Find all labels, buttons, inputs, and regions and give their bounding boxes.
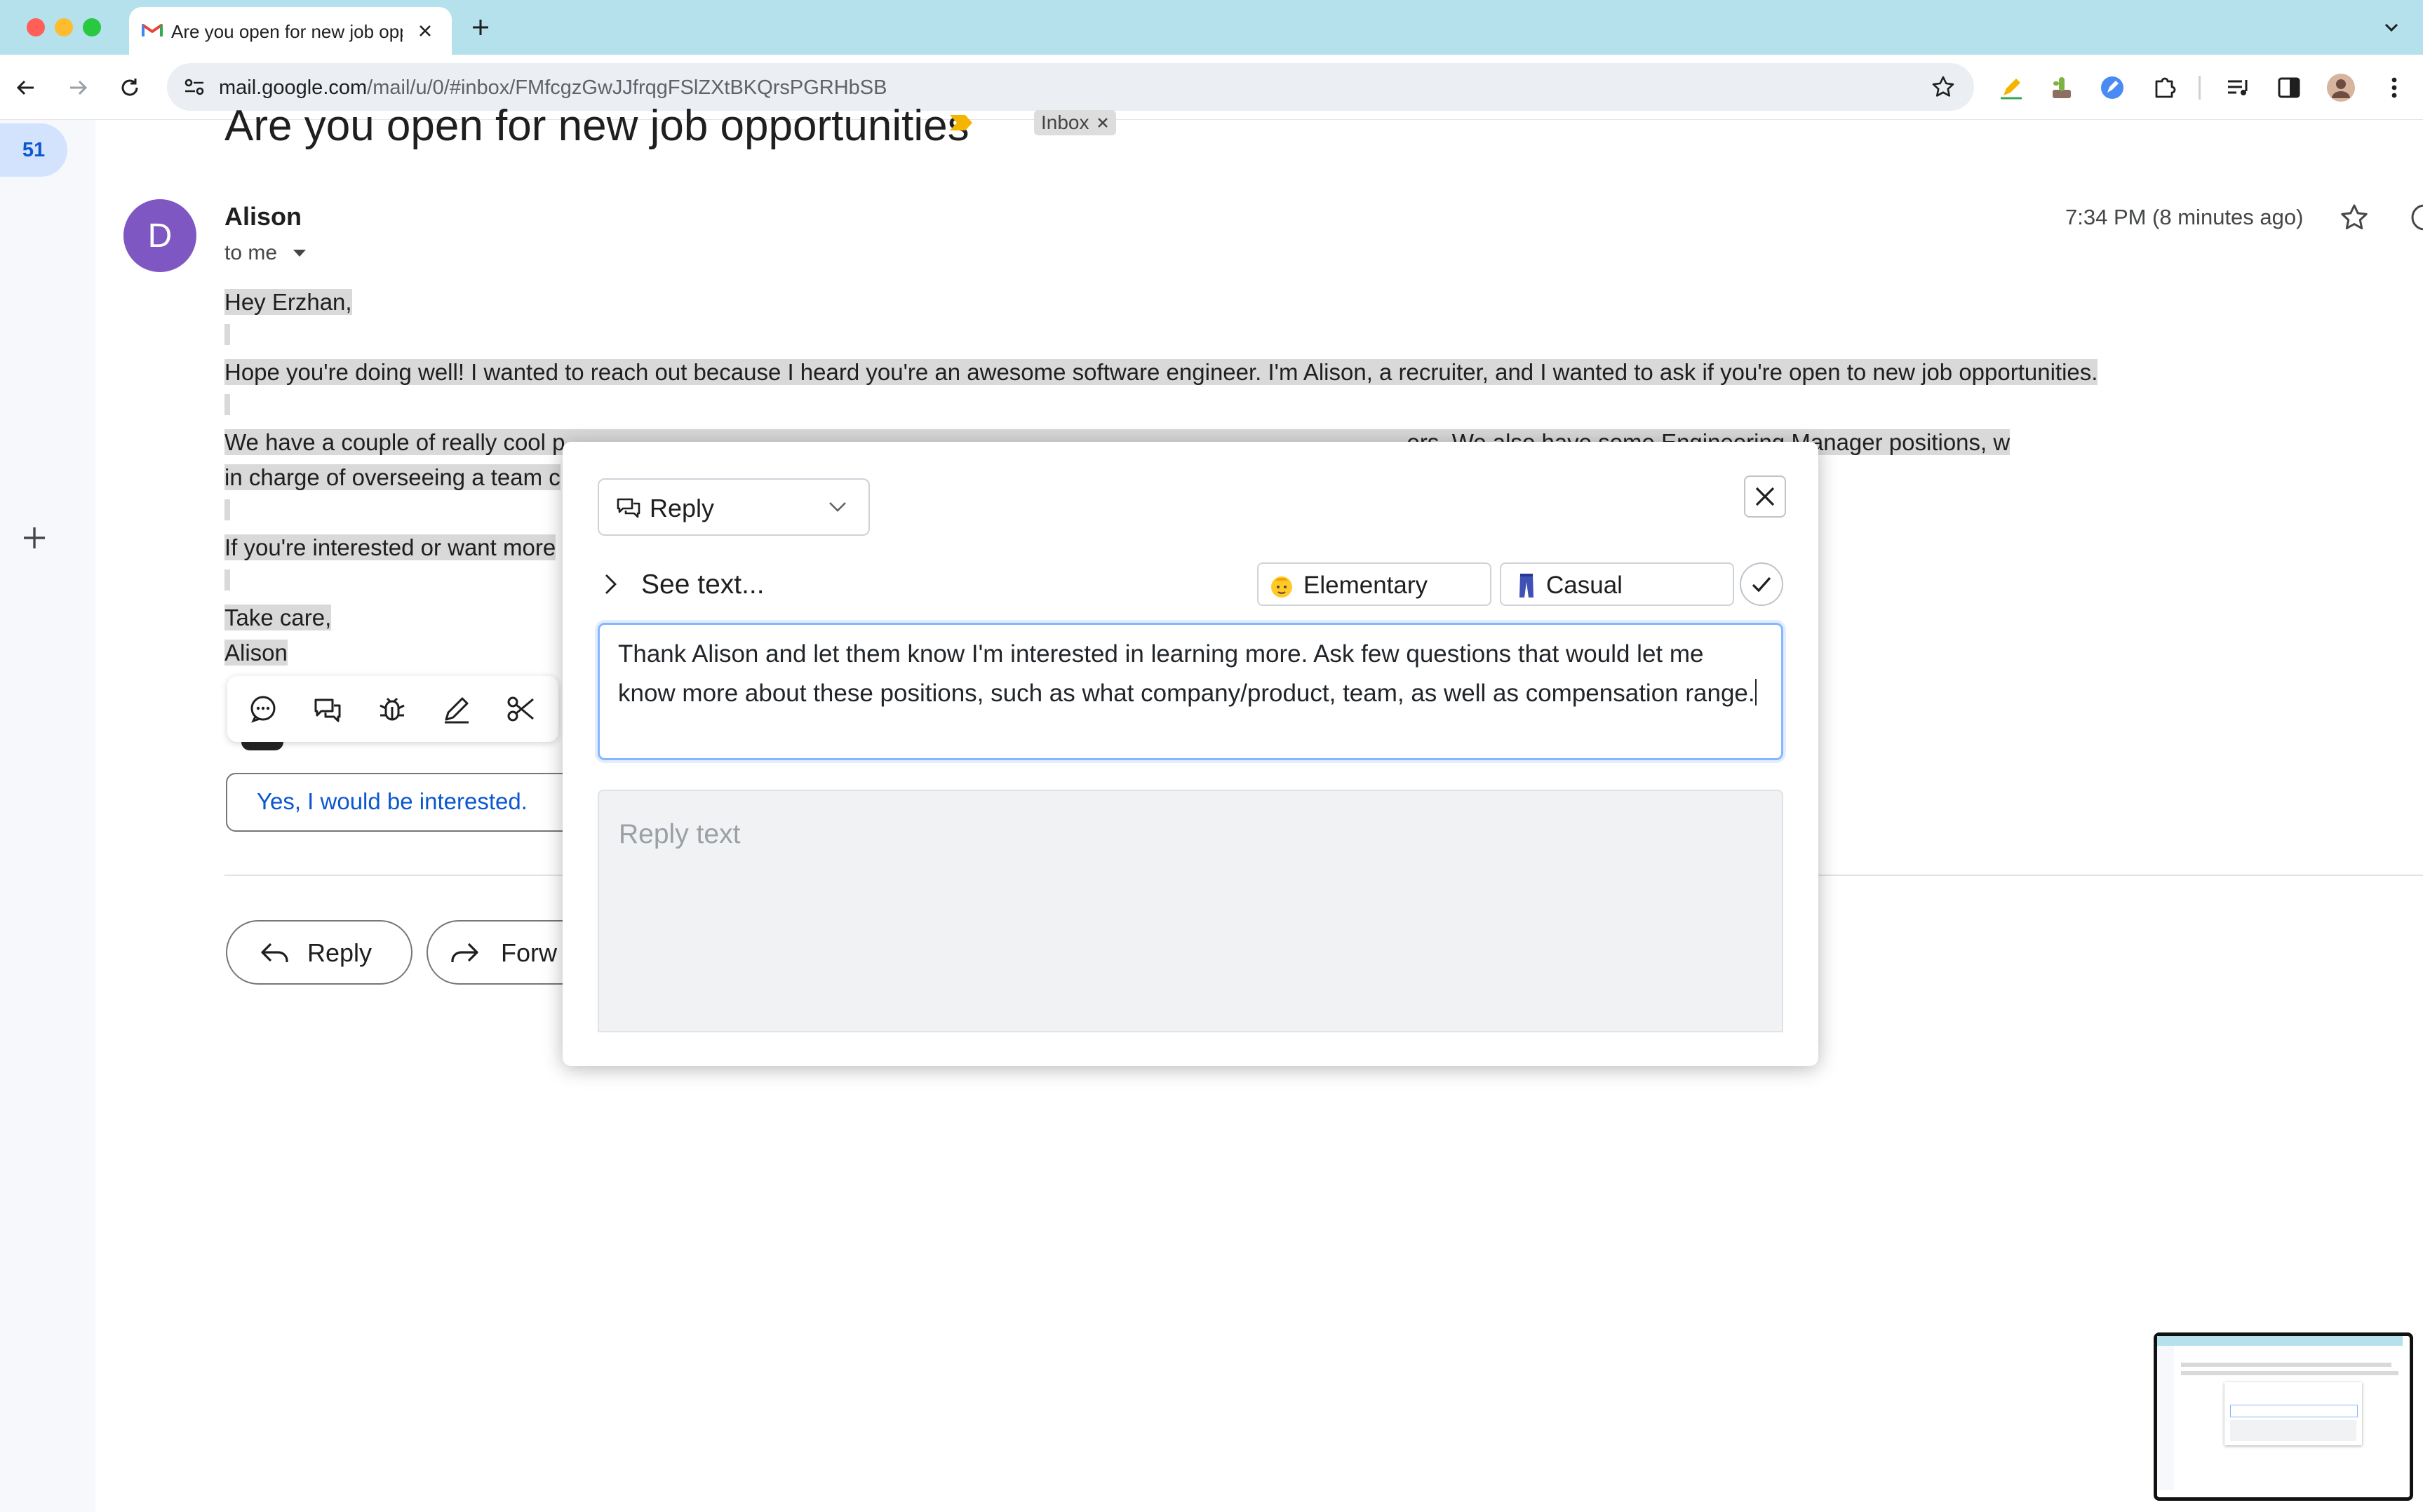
baby-emoji-icon: [1268, 572, 1295, 599]
chevron-down-icon: [828, 501, 847, 513]
forward-button-label: Forw: [501, 938, 557, 967]
smart-reply-chip[interactable]: Yes, I would be interested.: [226, 773, 619, 832]
inbox-label-text: Inbox: [1041, 112, 1089, 133]
chevron-right-icon[interactable]: [600, 572, 622, 596]
browser-tab-active[interactable]: Are you open for new job opp: [129, 7, 452, 55]
back-icon[interactable]: [14, 76, 38, 100]
tone-label: Casual: [1546, 572, 1623, 599]
selection-toolbar: [227, 676, 558, 742]
thumbnail-rail: [2157, 1346, 2174, 1490]
media-controls-icon[interactable]: [2225, 74, 2252, 101]
reading-level-label: Elementary: [1303, 572, 1428, 599]
reply-text-placeholder: Reply text: [619, 819, 741, 849]
forward-arrow-icon: [449, 938, 480, 966]
blank-line-highlight: [224, 499, 230, 520]
email-signoff: Take care,: [224, 605, 332, 630]
close-tab-icon[interactable]: [417, 22, 434, 39]
writing-extension-icon[interactable]: [1998, 74, 2025, 101]
browser-menu-icon[interactable]: [2381, 74, 2408, 101]
reply-arrow-icon: [260, 938, 290, 966]
bug-icon[interactable]: [375, 691, 410, 727]
composer-mode-select[interactable]: Reply: [598, 478, 870, 536]
blank-line-highlight: [224, 394, 230, 415]
gmail-left-rail: [0, 120, 95, 1512]
reply-chat-icon: [615, 494, 643, 522]
inbox-label-chip[interactable]: Inbox: [1034, 110, 1116, 135]
pencil-icon[interactable]: [439, 691, 474, 727]
toolbar-separator: [2199, 76, 2201, 100]
new-tab-icon[interactable]: [470, 17, 491, 38]
close-window-button[interactable]: [27, 18, 45, 36]
comment-icon[interactable]: [246, 691, 281, 727]
close-icon: [1753, 485, 1777, 508]
check-icon: [1750, 572, 1773, 596]
apply-settings-button[interactable]: [1740, 562, 1783, 606]
reply-chat-icon[interactable]: [310, 691, 345, 727]
email-signature: Alison: [224, 640, 288, 666]
extensions-puzzle-icon[interactable]: [2151, 74, 2177, 101]
remove-label-icon[interactable]: [1096, 116, 1109, 129]
thumbnail-highlight: [2181, 1371, 2398, 1375]
thumbnail-prompt: [2230, 1405, 2358, 1417]
email-paragraph-3: If you're interested or want more: [224, 534, 556, 560]
thumbnail-highlight: [2181, 1363, 2391, 1367]
tone-select[interactable]: Casual: [1500, 562, 1734, 606]
see-text-toggle[interactable]: See text...: [641, 569, 765, 600]
instruction-textarea[interactable]: Thank Alison and let them know I'm inter…: [598, 623, 1783, 760]
reply-text-output[interactable]: Reply text: [598, 790, 1783, 1032]
star-email-icon[interactable]: [2339, 202, 2370, 233]
importance-marker-icon[interactable]: [948, 114, 974, 132]
url-text: mail.google.com/mail/u/0/#inbox/FMfcgzGw…: [219, 76, 887, 99]
composer-mode-label: Reply: [650, 494, 715, 522]
text-cursor: [1754, 679, 1757, 706]
sender-name[interactable]: Alison: [224, 202, 302, 231]
close-composer-button[interactable]: [1744, 475, 1786, 518]
maximize-window-button[interactable]: [83, 18, 101, 36]
email-subject: Are you open for new job opportunities: [224, 102, 969, 150]
profile-avatar-icon[interactable]: [2326, 73, 2356, 102]
inbox-unread-count[interactable]: 51: [0, 123, 67, 177]
blank-line-highlight: [224, 569, 230, 590]
blank-line-highlight: [224, 324, 230, 345]
new-label-plus-icon[interactable]: [20, 523, 49, 553]
reply-button-label: Reply: [307, 938, 372, 967]
email-timestamp: 7:34 PM (8 minutes ago): [2065, 205, 2304, 229]
email-paragraph-2-line-2: in charge of overseeing a team c: [224, 464, 561, 490]
instruction-text: Thank Alison and let them know I'm inter…: [618, 640, 1755, 707]
recipient-details-icon[interactable]: [292, 248, 307, 258]
sender-avatar[interactable]: D: [123, 199, 196, 272]
tab-title: Are you open for new job opp: [171, 21, 403, 42]
email-paragraph-1: Hope you're doing well! I wanted to reac…: [224, 359, 2098, 385]
scissors-icon[interactable]: [504, 691, 539, 727]
avatar-shadow-partial: [241, 742, 283, 750]
tab-search-icon[interactable]: [2380, 15, 2403, 39]
recipient-line[interactable]: to me: [224, 241, 306, 265]
bookmark-star-icon[interactable]: [1931, 74, 1956, 100]
emoji-react-icon[interactable]: [2409, 202, 2423, 233]
email-greeting: Hey Erzhan,: [224, 289, 352, 315]
jeans-icon: [1518, 572, 1535, 599]
site-info-icon[interactable]: [182, 76, 206, 98]
side-panel-icon[interactable]: [2276, 74, 2302, 101]
reload-icon[interactable]: [118, 76, 142, 100]
browser-tab-strip: Are you open for new job opp: [0, 0, 2423, 55]
compose-extension-icon[interactable]: [2099, 74, 2126, 101]
reply-button[interactable]: Reply: [226, 920, 412, 985]
minimize-window-button[interactable]: [55, 18, 73, 36]
gmail-logo-icon: [142, 21, 163, 38]
thumbnail-reply: [2230, 1420, 2356, 1441]
reading-level-select[interactable]: Elementary: [1257, 562, 1491, 606]
forward-icon[interactable]: [66, 76, 90, 100]
screenshot-thumbnail[interactable]: [2154, 1332, 2413, 1501]
cactus-extension-icon[interactable]: [2048, 74, 2075, 101]
thumbnail-tabstrip: [2157, 1336, 2403, 1346]
ai-reply-composer: Reply See text... Elementary Casual Than…: [563, 442, 1818, 1066]
